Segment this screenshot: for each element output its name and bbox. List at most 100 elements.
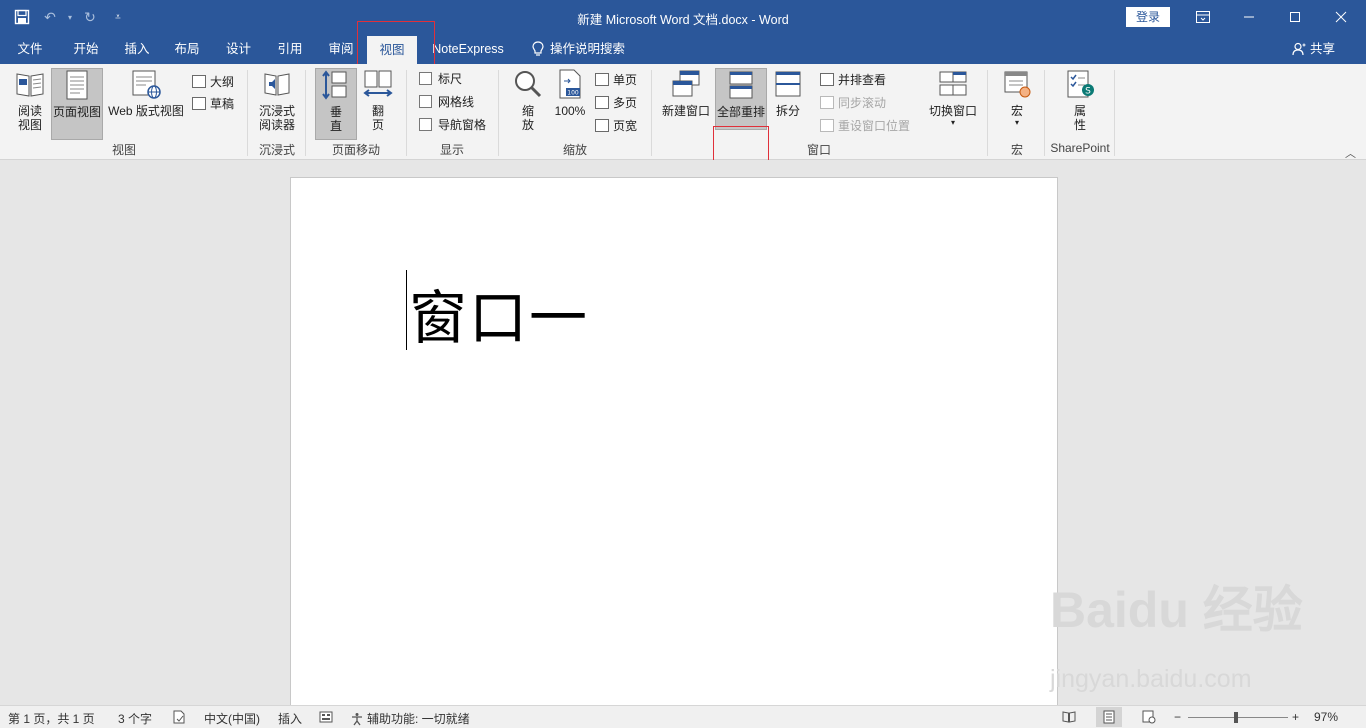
accessibility-label: 辅助功能: 一切就绪	[367, 712, 470, 726]
word-count[interactable]: 3 个字	[118, 710, 152, 727]
proofing-icon[interactable]	[172, 710, 186, 727]
undo-dropdown-icon[interactable]: ▾	[66, 6, 74, 28]
tab-view[interactable]: 视图	[367, 36, 417, 64]
zoom-100-label: 100%	[554, 104, 586, 118]
nav-pane-checkbox-box	[419, 117, 432, 131]
gridlines-checkbox-box	[419, 94, 432, 108]
tab-file[interactable]: 文件	[6, 34, 54, 64]
separator	[247, 70, 248, 156]
view-side-by-side-button[interactable]: 并排查看	[820, 69, 886, 89]
language[interactable]: 中文(中国)	[204, 710, 260, 727]
nav-pane-checkbox[interactable]: 导航窗格	[419, 114, 486, 134]
ribbon: 阅读 视图 页面视图 Web 版式视图 大纲 草稿 视图 沉浸式 阅读器 沉浸式…	[0, 64, 1366, 199]
ruler-checkbox[interactable]: 标尺	[419, 68, 462, 88]
read-mode-label: 阅读 视图	[17, 104, 42, 132]
document-page[interactable]: 窗口一	[290, 177, 1058, 707]
immersive-reader-button[interactable]: 沉浸式 阅读器	[254, 68, 300, 132]
undo-icon[interactable]: ↶	[38, 6, 62, 28]
switch-windows-icon	[939, 71, 967, 96]
svg-text:S: S	[1085, 87, 1091, 97]
customize-qat-icon[interactable]: ⩡	[106, 6, 130, 28]
read-mode-button[interactable]: 阅读 视图	[10, 68, 50, 132]
zoom-slider-track[interactable]	[1188, 717, 1288, 718]
arrange-all-label: 全部重排	[716, 105, 765, 119]
view-side-by-side-label: 并排查看	[838, 72, 887, 87]
tab-review[interactable]: 审阅	[316, 34, 366, 64]
redo-icon[interactable]: ↻	[78, 6, 102, 28]
tab-layout[interactable]: 布局	[162, 34, 212, 64]
outline-button[interactable]: 大纲	[192, 71, 234, 91]
reset-position-button[interactable]: 重设窗口位置	[820, 115, 910, 135]
print-layout-button[interactable]: 页面视图	[51, 68, 103, 140]
tab-design[interactable]: 设计	[213, 34, 264, 64]
read-mode-view-icon[interactable]	[1062, 710, 1076, 727]
switch-windows-label: 切换窗口	[928, 104, 977, 118]
separator	[1114, 70, 1115, 156]
maximize-icon[interactable]	[1272, 4, 1318, 30]
separator	[1044, 70, 1045, 156]
insert-mode[interactable]: 插入	[278, 710, 302, 727]
tell-me-search[interactable]: 操作说明搜索	[532, 34, 642, 64]
zoom-100-icon: 100	[559, 69, 581, 99]
tab-noteexpress[interactable]: NoteExpress	[424, 34, 512, 64]
web-layout-view-icon[interactable]	[1142, 710, 1156, 727]
print-layout-view-icon[interactable]	[1096, 707, 1122, 727]
share-button[interactable]: 共享	[1292, 34, 1344, 64]
document-text[interactable]: 窗口一	[409, 271, 589, 355]
ribbon-display-options-icon[interactable]	[1180, 4, 1226, 30]
multiple-pages-label: 多页	[613, 95, 638, 110]
immersive-group-label: 沉浸式	[258, 143, 295, 157]
new-window-icon	[672, 70, 700, 97]
split-button[interactable]: 拆分	[770, 68, 806, 118]
properties-button[interactable]: S 属 性	[1062, 68, 1098, 132]
web-layout-button[interactable]: Web 版式视图	[105, 68, 187, 118]
new-window-button[interactable]: 新建窗口	[659, 68, 713, 118]
views-group-label: 视图	[111, 143, 136, 157]
macros-button[interactable]: 宏 ▾	[997, 68, 1037, 128]
zoom-slider-thumb[interactable]	[1234, 712, 1238, 723]
vertical-button[interactable]: 垂 直	[315, 68, 357, 140]
sharepoint-properties-icon: S	[1067, 70, 1094, 98]
arrange-all-button[interactable]: 全部重排	[715, 68, 767, 130]
chevron-down-icon: ▾	[1014, 118, 1019, 127]
page-width-button[interactable]: 页宽	[595, 115, 637, 135]
one-page-icon	[595, 72, 609, 86]
one-page-button[interactable]: 单页	[595, 69, 637, 89]
zoom-percent[interactable]: 97%	[1314, 710, 1338, 724]
side-to-side-button[interactable]: 翻 页	[360, 68, 396, 132]
vertical-label: 垂 直	[329, 105, 342, 133]
share-label: 共享	[1310, 42, 1336, 56]
sync-scroll-button[interactable]: 同步滚动	[820, 92, 886, 112]
immersive-reader-label: 沉浸式 阅读器	[258, 104, 295, 132]
split-icon	[775, 71, 801, 97]
lightbulb-icon	[532, 41, 544, 56]
multiple-pages-button[interactable]: 多页	[595, 92, 637, 112]
gridlines-checkbox[interactable]: 网格线	[419, 91, 474, 111]
tab-home[interactable]: 开始	[60, 34, 112, 64]
zoom-100-button[interactable]: 100 100%	[551, 68, 589, 118]
macro-record-icon[interactable]	[319, 710, 333, 727]
status-bar: 第 1 页，共 1 页 3 个字 中文(中国) 插入 辅助功能: 一切就绪 − …	[0, 705, 1366, 728]
collapse-ribbon-icon[interactable]: ︿	[1345, 145, 1356, 161]
close-icon[interactable]	[1318, 4, 1364, 30]
draft-label: 草稿	[210, 96, 235, 111]
quick-access-toolbar: ↶ ▾ ↻ ⩡	[10, 6, 130, 28]
accessibility-status[interactable]: 辅助功能: 一切就绪	[350, 710, 470, 727]
web-layout-label: Web 版式视图	[108, 104, 184, 118]
zoom-button[interactable]: 缩 放	[508, 68, 548, 132]
split-label: 拆分	[775, 104, 800, 118]
minimize-icon[interactable]	[1226, 4, 1272, 30]
side-to-side-icon	[363, 70, 393, 97]
save-icon[interactable]	[10, 6, 34, 28]
zoom-out-icon[interactable]: −	[1174, 710, 1181, 724]
login-button[interactable]: 登录	[1126, 7, 1170, 27]
page-count[interactable]: 第 1 页，共 1 页	[8, 710, 95, 727]
ribbon-tabs: 文件 开始 插入 布局 设计 引用 审阅 视图 NoteExpress 操作说明…	[0, 34, 1366, 64]
tab-references[interactable]: 引用	[265, 34, 315, 64]
draft-button[interactable]: 草稿	[192, 93, 234, 113]
accessibility-icon	[352, 712, 362, 725]
switch-windows-button[interactable]: 切换窗口 ▾	[926, 68, 980, 128]
tab-insert[interactable]: 插入	[112, 34, 162, 64]
properties-label: 属 性	[1073, 104, 1086, 132]
zoom-in-icon[interactable]: +	[1292, 710, 1299, 724]
